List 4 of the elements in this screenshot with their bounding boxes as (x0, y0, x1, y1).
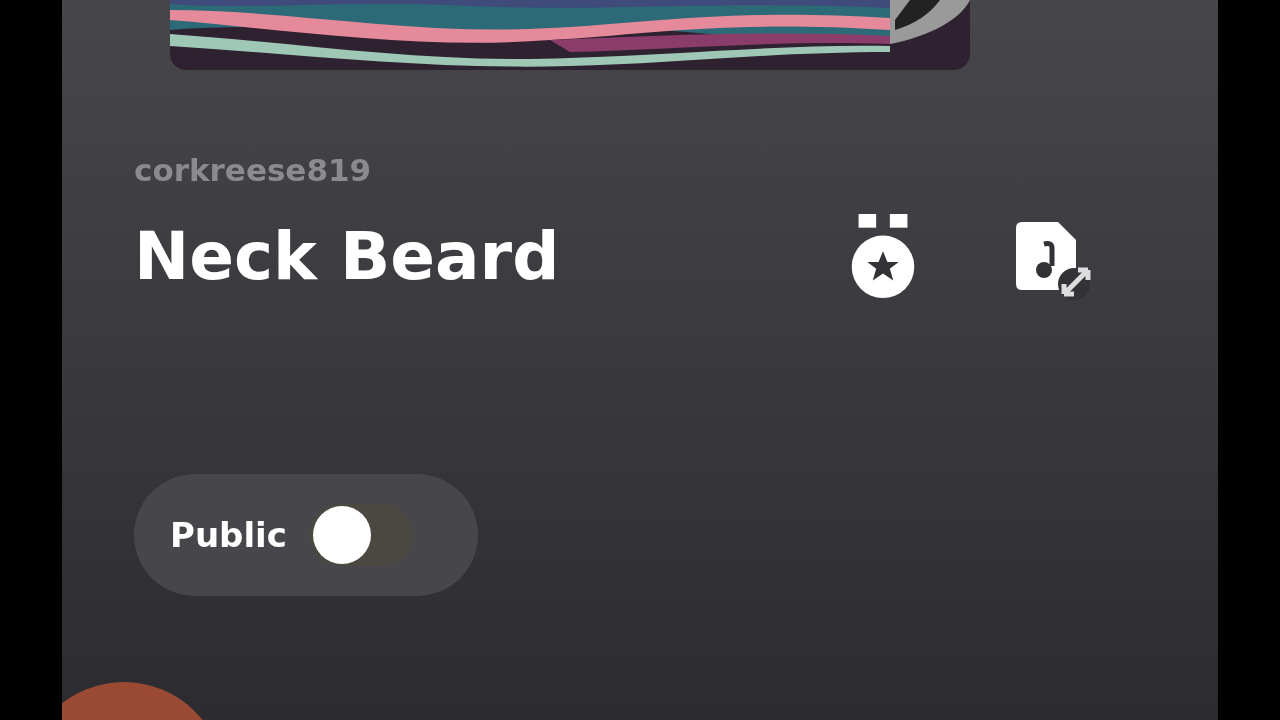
username: corkreese819 (134, 151, 373, 190)
track-title: Neck Beard (134, 217, 561, 297)
medal-icon[interactable] (850, 214, 916, 300)
visibility-label: Public (170, 515, 287, 555)
